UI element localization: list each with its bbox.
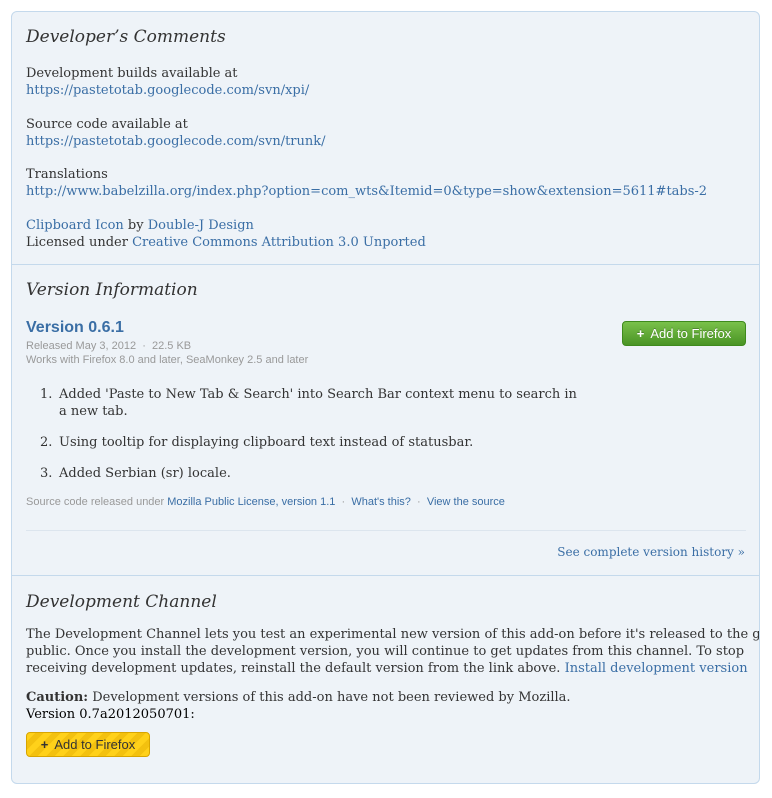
note-text: Using tooltip for displaying clipboard t… xyxy=(59,435,474,450)
dev-channel-paragraph-text: receiving development updates, reinstall… xyxy=(26,661,561,676)
addon-details-panel: Developer’s Comments Development builds … xyxy=(11,11,760,784)
designer-link[interactable]: Double-J Design xyxy=(148,218,254,233)
version-info-title: Version Information xyxy=(26,280,198,300)
clipboard-icon-link[interactable]: Clipboard Icon xyxy=(26,218,124,233)
dev-channel-paragraph-line: The Development Channel lets you test an… xyxy=(26,627,760,642)
builds-label: Development builds available at xyxy=(26,66,238,81)
history-divider xyxy=(26,530,746,531)
meta-dot: · xyxy=(417,496,421,508)
dev-version-label: Version 0.7a2012050701: xyxy=(26,707,195,722)
builds-link[interactable]: https://pastetotab.googlecode.com/svn/xp… xyxy=(26,82,309,99)
add-dev-to-firefox-label: Add to Firefox xyxy=(54,737,136,752)
dev-channel-paragraph-line: public. Once you install the development… xyxy=(26,644,745,659)
compatibility: Works with Firefox 8.0 and later, SeaMon… xyxy=(26,354,309,366)
note-number: 1. xyxy=(40,387,53,402)
install-dev-version-link[interactable]: Install development version xyxy=(565,661,748,676)
license-prefix: Source code released under xyxy=(26,496,168,508)
source-link[interactable]: https://pastetotab.googlecode.com/svn/tr… xyxy=(26,133,326,150)
translations-link[interactable]: http://www.babelzilla.org/index.php?opti… xyxy=(26,183,707,200)
section-divider xyxy=(12,264,759,265)
cc-license-link[interactable]: Creative Commons Attribution 3.0 Unporte… xyxy=(132,235,426,250)
mpl-license-link[interactable]: Mozilla Public License, version 1.1 xyxy=(167,496,335,508)
version-title-link[interactable]: Version 0.6.1 xyxy=(26,319,124,337)
meta-dot: · xyxy=(341,496,346,508)
translations-label: Translations xyxy=(26,167,108,182)
dev-channel-title: Development Channel xyxy=(26,592,217,612)
source-label: Source code available at xyxy=(26,117,188,132)
file-size: 22.5 KB xyxy=(152,340,192,352)
note-number: 3. xyxy=(40,466,53,481)
add-dev-to-firefox-button[interactable]: + Add to Firefox xyxy=(26,732,150,757)
version-history-link[interactable]: See complete version history » xyxy=(557,544,745,561)
plus-icon: + xyxy=(40,737,49,752)
by-text: by xyxy=(123,218,148,233)
note-text: Added Serbian (sr) locale. xyxy=(59,466,231,481)
meta-dot: · xyxy=(142,340,146,352)
caution-text: Development versions of this add-on have… xyxy=(88,690,571,705)
view-source-link[interactable]: View the source xyxy=(427,496,505,508)
dev-comments-title: Developer’s Comments xyxy=(26,27,226,47)
add-to-firefox-button[interactable]: + Add to Firefox xyxy=(622,321,746,346)
release-meta: Released May 3, 2012 · 22.5 KB xyxy=(26,340,191,352)
add-to-firefox-label: Add to Firefox xyxy=(650,326,732,341)
icon-credit: Clipboard Icon by Double-J Design xyxy=(26,217,254,234)
caution-label: Caution: xyxy=(26,690,89,705)
caution-line: Caution: Development versions of this ad… xyxy=(26,689,571,706)
section-divider xyxy=(12,575,759,576)
note-number: 2. xyxy=(40,435,53,450)
licensed-text: Licensed under xyxy=(26,235,133,250)
whats-this-link[interactable]: What's this? xyxy=(351,496,411,508)
note-text: Added 'Paste to New Tab & Search' into S… xyxy=(59,387,577,419)
plus-icon: + xyxy=(636,326,645,341)
source-license-line: Source code released under Mozilla Publi… xyxy=(26,496,505,508)
license-credit: Licensed under Creative Commons Attribut… xyxy=(26,234,426,251)
release-date: Released May 3, 2012 xyxy=(26,340,137,352)
dev-channel-paragraph-line: receiving development updates, reinstall… xyxy=(26,660,748,677)
